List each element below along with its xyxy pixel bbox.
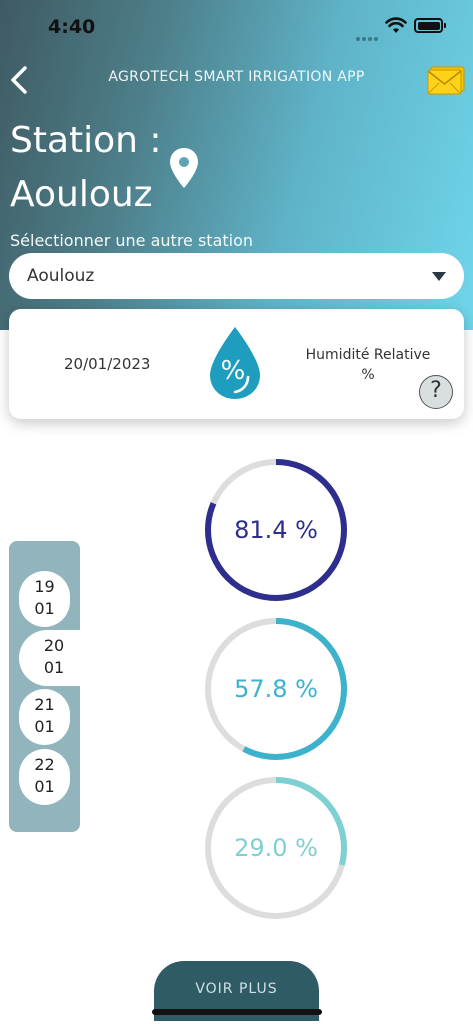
battery-cap bbox=[444, 23, 446, 28]
station-title: Station : bbox=[10, 120, 162, 161]
status-time: 4:40 bbox=[48, 16, 96, 38]
home-indicator bbox=[152, 1009, 322, 1015]
station-select-value: Aoulouz bbox=[27, 266, 95, 286]
ring-value: 29.0 % bbox=[234, 834, 318, 862]
location-pin-icon bbox=[170, 148, 198, 188]
ring-value: 81.4 % bbox=[234, 516, 318, 544]
station-name: Aoulouz bbox=[10, 174, 153, 215]
date-month: 01 bbox=[43, 658, 65, 677]
humidity-ring-2: 57.8 % bbox=[202, 615, 350, 763]
date-day: 20 bbox=[43, 636, 65, 655]
date-day: 19 bbox=[34, 577, 55, 596]
signal-icon bbox=[356, 26, 380, 41]
help-button[interactable]: ? bbox=[419, 375, 453, 409]
mail-icon[interactable] bbox=[426, 64, 466, 96]
select-station-label: Sélectionner une autre station bbox=[10, 231, 254, 250]
card-date: 20/01/2023 bbox=[64, 355, 151, 373]
wifi-icon bbox=[385, 17, 407, 33]
date-day: 22 bbox=[34, 755, 55, 774]
date-month: 01 bbox=[34, 717, 55, 736]
date-month: 01 bbox=[34, 777, 55, 796]
date-item-20-01[interactable]: 20 01 bbox=[19, 630, 89, 686]
info-card: 20/01/2023 % Humidité Relative % ? bbox=[9, 309, 464, 419]
date-day: 21 bbox=[34, 695, 55, 714]
humidity-drop-icon: % bbox=[210, 327, 260, 399]
date-rail: 19 01 20 01 21 01 22 01 bbox=[9, 541, 89, 832]
ring-value: 57.8 % bbox=[234, 675, 318, 703]
humidity-ring-1: 81.4 % bbox=[202, 456, 350, 604]
caret-down-icon bbox=[432, 271, 446, 281]
date-item-21-01[interactable]: 21 01 bbox=[19, 689, 70, 745]
battery-icon bbox=[414, 18, 443, 33]
drop-percent-symbol: % bbox=[221, 356, 246, 386]
humidity-ring-3: 29.0 % bbox=[202, 774, 350, 922]
station-select[interactable]: Aoulouz bbox=[9, 253, 464, 299]
date-item-22-01[interactable]: 22 01 bbox=[19, 749, 70, 805]
app-title: AGROTECH SMART IRRIGATION APP bbox=[108, 69, 365, 85]
date-month: 01 bbox=[34, 599, 55, 618]
date-item-19-01[interactable]: 19 01 bbox=[19, 571, 70, 627]
metric-label: Humidité Relative bbox=[305, 347, 431, 363]
